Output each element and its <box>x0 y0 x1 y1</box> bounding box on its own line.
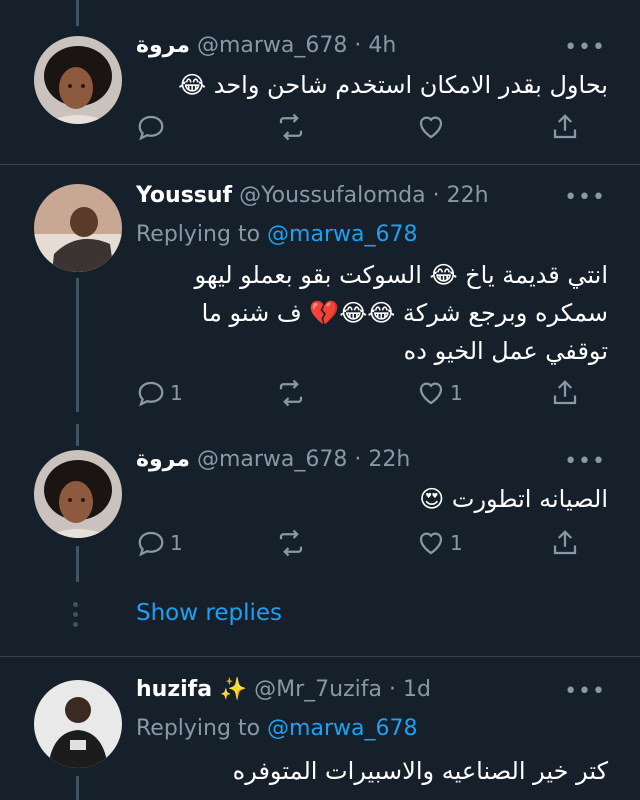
avatar-marwa[interactable] <box>34 450 122 538</box>
tweet-body-line: كتر خير الصناعيه والاسبيرات المتوفره <box>232 757 608 785</box>
like-icon <box>419 382 443 405</box>
avatar-marwa[interactable] <box>34 36 122 124</box>
more-icon[interactable]: ••• <box>564 451 606 473</box>
thread-line <box>76 278 79 412</box>
separator: · <box>389 677 396 702</box>
more-icon[interactable]: ••• <box>564 681 606 703</box>
thread-line-top <box>76 0 79 26</box>
reply-count: 1 <box>170 531 183 555</box>
replying-to: Replying to @marwa_678 <box>136 716 417 741</box>
avatar-youssuf[interactable] <box>34 184 122 272</box>
share-icon <box>553 114 577 139</box>
thread-line <box>76 424 79 446</box>
like-count: 1 <box>450 381 463 405</box>
tweet-body-line: توقفي عمل الخيو ده <box>403 337 608 365</box>
replying-label: Replying to <box>136 716 261 741</box>
reply-icon <box>138 381 164 407</box>
like-button[interactable]: 1 <box>416 378 463 408</box>
tweet-time[interactable]: 4h <box>368 33 396 58</box>
tweet-body-line: بحاول بقدر الامكان استخدم شاحن واحد 😂 <box>178 71 608 99</box>
user-handle[interactable]: @marwa_678 <box>197 33 347 58</box>
thread-dots <box>72 602 78 632</box>
reply-count: 1 <box>170 381 183 405</box>
separator: · <box>354 447 362 472</box>
replying-label: Replying to <box>136 222 261 247</box>
reply-icon <box>138 531 164 557</box>
tweet-actions: 1 1 <box>136 528 586 564</box>
like-icon <box>419 116 443 139</box>
more-icon[interactable]: ••• <box>564 37 606 59</box>
tweet-header: huzifa ✨ @Mr_7uzifa · 1d <box>136 676 431 704</box>
tweet-header: Youssuf @Youssufalomda · 22h <box>136 182 489 210</box>
share-button[interactable] <box>550 112 580 142</box>
separator: · <box>432 183 440 208</box>
replying-mention[interactable]: @marwa_678 <box>267 222 417 247</box>
thread-line <box>76 546 79 582</box>
tweet-time[interactable]: 1d <box>403 677 431 702</box>
avatar-huzifa[interactable] <box>34 680 122 768</box>
retweet-button[interactable] <box>276 528 306 558</box>
display-name[interactable]: huzifa ✨ <box>136 677 247 702</box>
show-replies-link[interactable]: Show replies <box>136 600 282 626</box>
tweet-body-line: انتي قديمة ياخ 😂 السوكت بقو بعملو ليهو <box>194 261 608 289</box>
like-count: 1 <box>450 531 463 555</box>
share-icon <box>553 530 577 555</box>
tweet-time[interactable]: 22h <box>447 183 489 208</box>
tweet-time[interactable]: 22h <box>368 447 410 472</box>
reply-button[interactable] <box>136 112 170 142</box>
retweet-button[interactable] <box>276 378 306 408</box>
tweet-body: انتي قديمة ياخ 😂 السوكت بقو بعملو ليهو س… <box>194 256 608 370</box>
retweet-button[interactable] <box>276 112 306 142</box>
replying-to: Replying to @marwa_678 <box>136 222 417 247</box>
tweet-actions: 1 1 <box>136 378 586 414</box>
display-name[interactable]: مروة <box>136 447 190 472</box>
share-icon <box>553 380 577 405</box>
tweet-body-line: سمكره وبرجع شركة 😂😂💔 ف شنو ما <box>201 299 608 327</box>
tweet-body: كتر خير الصناعيه والاسبيرات المتوفره <box>233 752 608 790</box>
retweet-icon <box>279 529 303 557</box>
reply-button[interactable]: 1 <box>136 378 183 408</box>
share-button[interactable] <box>550 378 580 408</box>
user-handle[interactable]: @Mr_7uzifa <box>254 677 382 702</box>
display-name[interactable]: Youssuf <box>136 183 232 208</box>
like-button[interactable] <box>416 112 450 142</box>
retweet-icon <box>279 113 303 141</box>
reply-button[interactable]: 1 <box>136 528 183 558</box>
user-handle[interactable]: @marwa_678 <box>197 447 347 472</box>
tweet-actions <box>136 112 586 148</box>
share-button[interactable] <box>550 528 580 558</box>
user-handle[interactable]: @Youssufalomda <box>239 183 425 208</box>
retweet-icon <box>279 379 303 407</box>
tweet-body: بحاول بقدر الامكان استخدم شاحن واحد 😂 <box>178 66 608 104</box>
tweet-header: مروة @marwa_678 · 22h <box>136 446 410 474</box>
divider <box>0 656 640 657</box>
like-icon <box>419 532 443 555</box>
display-name[interactable]: مروة <box>136 33 190 58</box>
like-button[interactable]: 1 <box>416 528 463 558</box>
divider <box>0 164 640 165</box>
tweet-header: مروة @marwa_678 · 4h <box>136 32 396 60</box>
separator: · <box>354 33 362 58</box>
tweet-body: الصيانه اتطورت 😍 <box>419 480 608 518</box>
more-icon[interactable]: ••• <box>564 187 606 209</box>
thread-line <box>76 776 79 800</box>
replying-mention[interactable]: @marwa_678 <box>267 716 417 741</box>
tweet-body-line: الصيانه اتطورت 😍 <box>419 485 608 513</box>
reply-icon <box>138 115 164 141</box>
